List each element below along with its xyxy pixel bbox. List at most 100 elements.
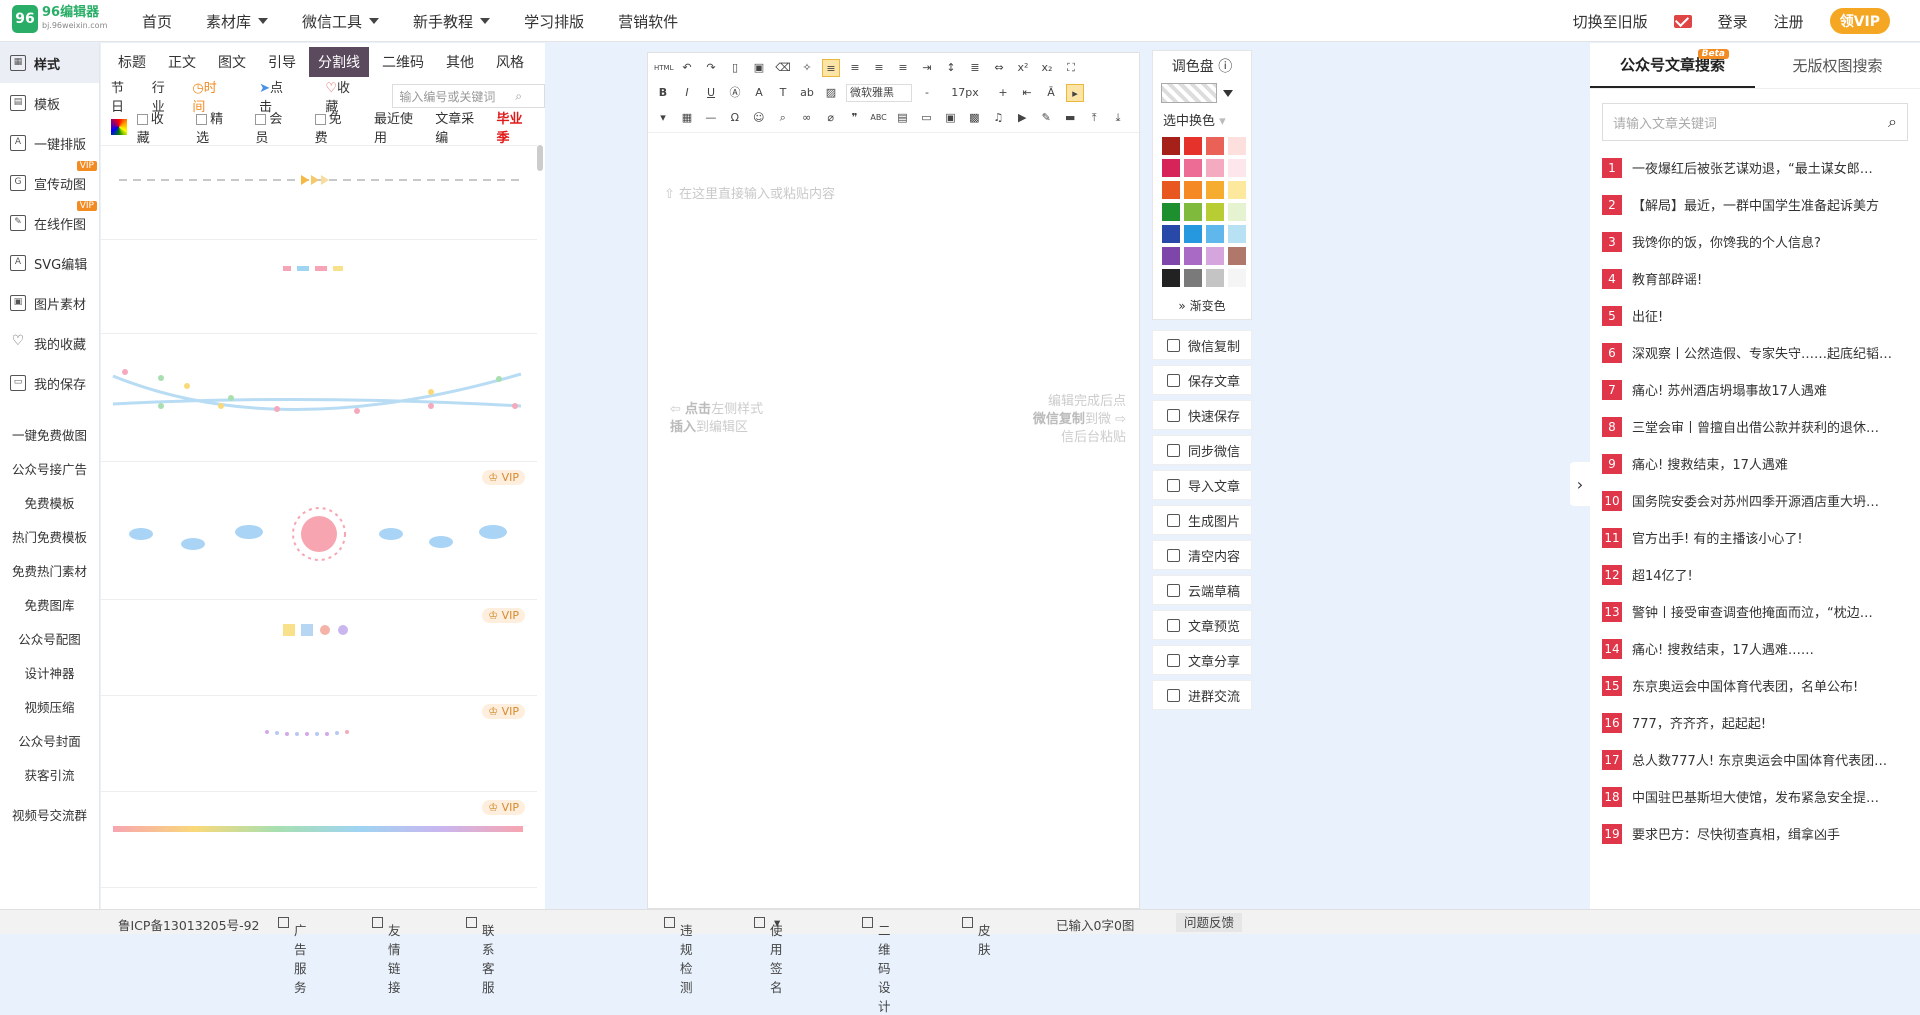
graduation-season[interactable]: 毕业季 xyxy=(497,108,535,146)
color-swatch[interactable] xyxy=(1228,203,1246,221)
nav-learn-layout[interactable]: 学习排版 xyxy=(524,11,584,32)
color-swatch[interactable] xyxy=(1206,247,1224,265)
news-item[interactable]: 17 总人数777人! 东京奥运会中国体育代表团… xyxy=(1602,741,1920,778)
news-title[interactable]: 中国驻巴基斯坦大使馆，发布紧急安全提… xyxy=(1632,787,1904,806)
color-swatch[interactable] xyxy=(1184,225,1202,243)
action-button[interactable]: 清空内容 xyxy=(1152,540,1252,570)
filter-member[interactable]: 会员 xyxy=(255,108,304,146)
color-swatch[interactable] xyxy=(1162,225,1180,243)
divider-style-item[interactable]: ♔ VIP xyxy=(101,696,537,792)
link-icon[interactable]: ∞ xyxy=(798,109,816,127)
color-swatch[interactable] xyxy=(1162,203,1180,221)
spellcheck-icon[interactable]: ABC xyxy=(870,109,888,127)
magic-icon[interactable]: ✧ xyxy=(798,59,816,77)
search-icon[interactable]: ⌕ xyxy=(515,89,522,104)
nav-wechat-tools[interactable]: 微信工具 xyxy=(302,11,380,32)
chevron-down-icon[interactable] xyxy=(1223,89,1233,97)
news-title[interactable]: 痛心! 搜救结束，17人遇难…… xyxy=(1632,639,1904,658)
filter-favorite[interactable]: 收藏 xyxy=(136,108,186,146)
news-title[interactable]: 777，齐齐齐，起起起! xyxy=(1632,713,1904,732)
divider-style-item[interactable]: ♔ VIP xyxy=(101,792,537,888)
checkbox[interactable] xyxy=(255,114,267,125)
color-swatch[interactable] xyxy=(1228,225,1246,243)
bg-color-icon[interactable]: ab xyxy=(798,84,816,102)
find-icon[interactable]: ⌕ xyxy=(774,109,792,127)
align-left-icon[interactable]: ≡ xyxy=(822,58,840,77)
new-doc-icon[interactable]: ▯ xyxy=(726,59,744,77)
color-swatch[interactable] xyxy=(1228,137,1246,155)
tab-free-image-search[interactable]: 无版权图搜索 xyxy=(1755,43,1920,88)
image-placeholder-icon[interactable]: ▭ xyxy=(917,109,935,127)
news-item[interactable]: 11 官方出手! 有的主播该小心了! xyxy=(1602,519,1920,556)
subscript-icon[interactable]: x₂ xyxy=(1038,59,1056,77)
sidebar-link[interactable]: 免费热门素材 xyxy=(0,553,99,587)
news-title[interactable]: 痛心! 搜救结束，17人遇难 xyxy=(1632,454,1904,473)
friend-links[interactable]: 友情链接 xyxy=(372,915,401,995)
underline-icon[interactable]: U xyxy=(702,84,720,102)
news-item[interactable]: 19 要求巴方：尽快彻查真相，缉拿凶手 xyxy=(1602,815,1920,852)
login-link[interactable]: 登录 xyxy=(1718,11,1748,32)
sidebar-item-my-saves[interactable]: ▭ 我的保存 xyxy=(0,363,99,403)
move-down-icon[interactable]: ⤓ xyxy=(1109,109,1127,127)
sidebar-link[interactable]: 一键免费做图 xyxy=(0,417,99,451)
action-button[interactable]: 进群交流 xyxy=(1152,680,1252,710)
color-swatch[interactable] xyxy=(1206,159,1224,177)
mail-icon[interactable] xyxy=(1673,14,1692,28)
divider-style-item[interactable]: ♔ VIP xyxy=(101,462,537,600)
ad-service-link[interactable]: 广告服务 xyxy=(278,915,307,995)
border-text-icon[interactable]: Ⓐ xyxy=(726,84,744,102)
action-button[interactable]: 文章分享 xyxy=(1152,645,1252,675)
news-title[interactable]: 国务院安委会对苏州四季开源酒店重大坍… xyxy=(1632,491,1904,510)
color-swatch[interactable] xyxy=(1162,159,1180,177)
color-swatch[interactable] xyxy=(1184,247,1202,265)
sidebar-link[interactable]: 热门免费模板 xyxy=(0,519,99,553)
use-signature[interactable]: 使用签名 ▾ xyxy=(754,915,783,995)
align-justify-icon[interactable]: ≡ xyxy=(894,59,912,77)
color-swatch[interactable] xyxy=(1206,225,1224,243)
search-icon[interactable]: ⌕ xyxy=(1888,112,1897,132)
tab-other[interactable]: 其他 xyxy=(437,47,483,77)
news-title[interactable]: 东京奥运会中国体育代表团，名单公布! xyxy=(1632,676,1904,695)
sidebar-link[interactable]: 公众号封面 xyxy=(0,723,99,757)
news-title[interactable]: 三堂会审丨曾擅自出借公款并获利的退休… xyxy=(1632,417,1904,436)
divider-style-item[interactable] xyxy=(101,334,537,462)
register-link[interactable]: 注册 xyxy=(1774,11,1804,32)
news-item[interactable]: 18 中国驻巴基斯坦大使馆，发布紧急安全提… xyxy=(1602,778,1920,815)
move-up-icon[interactable]: ⤒ xyxy=(1085,109,1103,127)
color-swatch[interactable] xyxy=(1162,269,1180,287)
news-title[interactable]: 总人数777人! 东京奥运会中国体育代表团… xyxy=(1632,750,1904,769)
unlink-icon[interactable]: ⌀ xyxy=(822,109,840,127)
editor-placeholder[interactable]: ⇧ 在这里直接输入或粘贴内容 xyxy=(664,183,835,202)
sidebar-link[interactable]: 设计神器 xyxy=(0,655,99,689)
news-item[interactable]: 12 超14亿了! xyxy=(1602,556,1920,593)
table-icon[interactable]: ▦ xyxy=(678,109,696,127)
fullscreen-icon[interactable]: ⛶ xyxy=(1062,59,1080,77)
get-vip-button[interactable]: 领VIP xyxy=(1829,8,1890,34)
divider-style-item[interactable] xyxy=(101,146,537,240)
sidebar-item-auto-layout[interactable]: A 一键排版 xyxy=(0,123,99,163)
pattern-icon[interactable]: ▨ xyxy=(822,84,840,102)
sidebar-item-svg[interactable]: A SVG编辑 xyxy=(0,243,99,283)
news-item[interactable]: 6 深观察丨公然造假、专家失守……起底纪韬… xyxy=(1602,334,1920,371)
tab-theme[interactable]: 风格 xyxy=(487,47,533,77)
nav-tutorial[interactable]: 新手教程 xyxy=(413,11,491,32)
news-item[interactable]: 15 东京奥运会中国体育代表团，名单公布! xyxy=(1602,667,1920,704)
filter-free[interactable]: 免费 xyxy=(314,108,364,146)
special-char-icon[interactable]: Ω xyxy=(726,109,744,127)
news-item[interactable]: 16 777，齐齐齐，起起起! xyxy=(1602,704,1920,741)
checkbox[interactable] xyxy=(196,114,208,125)
video-icon[interactable]: ▶ xyxy=(1013,109,1031,127)
news-item[interactable]: 3 我馋你的饭，你馋我的个人信息? xyxy=(1602,223,1920,260)
sidebar-item-gif[interactable]: G 宣传动图 VIP xyxy=(0,161,99,203)
font-family-select[interactable]: 微软雅黑 xyxy=(846,83,912,102)
italic-icon[interactable]: I xyxy=(678,84,696,102)
news-item[interactable]: 7 痛心! 苏州酒店坍塌事故17人遇难 xyxy=(1602,371,1920,408)
emoji-icon[interactable]: ☺ xyxy=(750,109,768,127)
align-right-icon[interactable]: ≡ xyxy=(870,59,888,77)
checkbox[interactable] xyxy=(314,114,326,125)
news-item[interactable]: 8 三堂会审丨曾擅自出借公款并获利的退休… xyxy=(1602,408,1920,445)
tab-festival[interactable]: 节日 xyxy=(111,77,136,115)
color-swatch[interactable] xyxy=(1184,159,1202,177)
nav-marketing[interactable]: 营销软件 xyxy=(618,11,678,32)
action-button[interactable]: 同步微信 xyxy=(1152,435,1252,465)
